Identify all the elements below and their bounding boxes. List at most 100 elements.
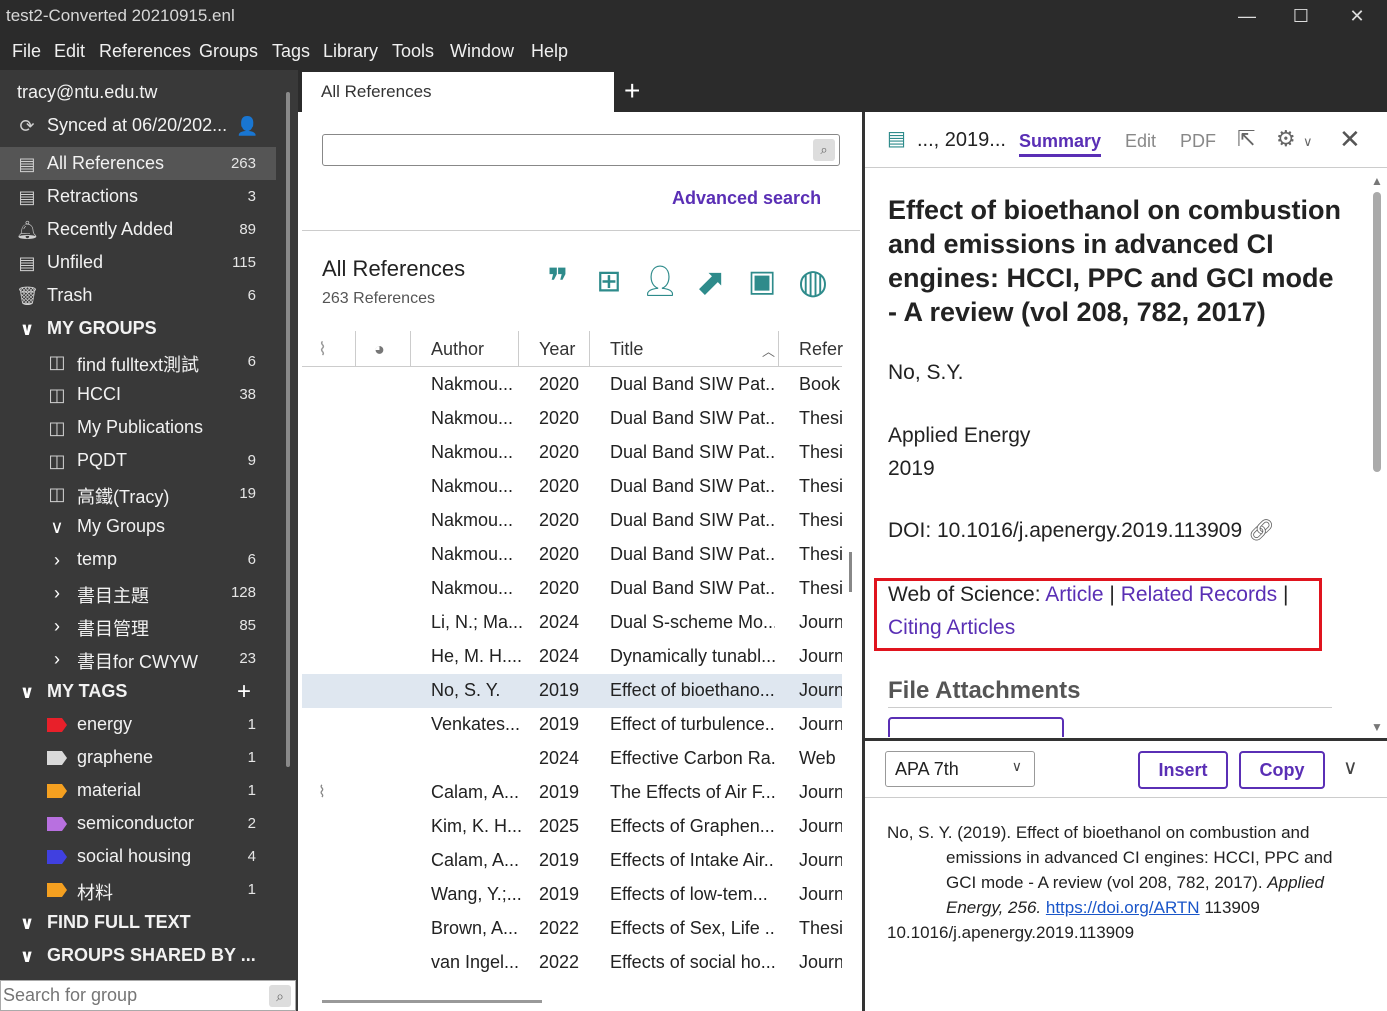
insert-button[interactable]: Insert (1138, 751, 1228, 789)
list-scrollbar[interactable] (849, 552, 852, 592)
sidebar-item-trash[interactable]: 🗑︎ Trash 6 (0, 279, 276, 312)
sidebar-tag-material[interactable]: material 1 (0, 774, 276, 807)
table-row[interactable]: Nakmou... 2020 Dual Band SIW Pat... Thesi (302, 470, 842, 504)
sidebar-groupset-temp[interactable]: › temp 6 (0, 543, 276, 576)
new-tab-icon[interactable]: + (624, 76, 640, 106)
my-tags-header[interactable]: ∨ MY TAGS + (0, 675, 276, 708)
close-icon[interactable]: ✕ (1339, 124, 1361, 155)
wos-related-records-link[interactable]: Related Records (1121, 583, 1277, 606)
new-reference-icon[interactable]: ⊞ (587, 260, 631, 304)
detail-scrollbar[interactable] (1373, 192, 1381, 472)
column-title[interactable]: Title ︿ (590, 331, 779, 367)
advanced-search-link[interactable]: Advanced search (672, 188, 821, 209)
sidebar-tag-social-housing[interactable]: social housing 4 (0, 840, 276, 873)
menu-file[interactable]: File (12, 41, 41, 62)
column-author[interactable]: Author (411, 331, 519, 367)
pdf-download-icon[interactable]: ▣ (740, 260, 784, 304)
tab-all-references[interactable]: All References (302, 72, 614, 112)
sidebar-group-hcci[interactable]: ◫ HCCI 38 (0, 378, 276, 411)
online-search-icon[interactable]: ◍ (791, 260, 835, 304)
sidebar-tag-energy[interactable]: energy 1 (0, 708, 276, 741)
sidebar-item-all-references[interactable]: ▤ All References 263 (0, 147, 276, 180)
find-full-text-header[interactable]: ∨ FIND FULL TEXT (0, 906, 276, 939)
table-row[interactable]: ⌇ Calam, A... 2019 The Effects of Air F... J… (302, 776, 842, 810)
table-row[interactable]: Kim, K. H... 2025 Effects of Graphen... Jou… (302, 810, 842, 844)
table-row[interactable]: Nakmou... 2020 Dual Band SIW Pat... Book (302, 368, 842, 402)
sidebar-item-recently-added[interactable]: 🔔︎ Recently Added 89 (0, 213, 276, 246)
table-row[interactable]: No, S. Y. 2019 Effect of bioethano... Journ (302, 674, 842, 708)
table-row[interactable]: Nakmou... 2020 Dual Band SIW Pat... Thesi (302, 538, 842, 572)
menu-help[interactable]: Help (531, 41, 568, 62)
sidebar-tag-semiconductor[interactable]: semiconductor 2 (0, 807, 276, 840)
menu-tags[interactable]: Tags (272, 41, 310, 62)
sidebar-groupset-my-groups[interactable]: ∨ My Groups (0, 510, 276, 543)
table-row[interactable]: Venkates... 2019 Effect of turbulence... Jo… (302, 708, 842, 742)
column-year[interactable]: Year (519, 331, 590, 367)
export-icon[interactable]: ⬈ (689, 260, 733, 304)
account-row[interactable]: tracy@ntu.edu.tw (0, 76, 276, 109)
add-author-icon[interactable]: 👤︎ (638, 260, 682, 304)
maximize-icon[interactable]: ☐ (1276, 2, 1326, 30)
my-groups-header[interactable]: ∨ MY GROUPS (0, 312, 276, 345)
sidebar-groupset-management[interactable]: › 書目管理 85 (0, 609, 276, 642)
gear-icon[interactable]: ⚙ (1276, 126, 1296, 152)
sidebar-group-find-fulltext[interactable]: ◫ find fulltext測試 6 (0, 345, 276, 378)
table-row[interactable]: Nakmou... 2020 Dual Band SIW Pat... Thesi (302, 504, 842, 538)
chevron-down-icon[interactable]: ∨ (1303, 134, 1313, 150)
table-row[interactable]: Li, N.; Ma... 2024 Dual S-scheme Mo... Jour… (302, 606, 842, 640)
add-tag-icon[interactable]: + (233, 680, 255, 704)
scroll-down-icon[interactable]: ▼ (1371, 720, 1383, 734)
sidebar-item-unfiled[interactable]: ▤ Unfiled 115 (0, 246, 276, 279)
open-external-icon[interactable]: ⇱ (1237, 126, 1255, 152)
table-row[interactable]: Nakmou... 2020 Dual Band SIW Pat... Thesi (302, 572, 842, 606)
column-reference-type[interactable]: Refer (779, 331, 843, 367)
menu-window[interactable]: Window (450, 41, 514, 62)
column-read-status[interactable]: ◕ (356, 331, 411, 367)
scroll-up-icon[interactable]: ▲ (1371, 174, 1383, 188)
tab-edit[interactable]: Edit (1125, 131, 1156, 152)
attach-file-button[interactable] (888, 717, 1064, 737)
menu-edit[interactable]: Edit (54, 41, 85, 62)
list-horizontal-scrollbar[interactable] (322, 1000, 542, 1003)
sidebar-group-pqdt[interactable]: ◫ PQDT 9 (0, 444, 276, 477)
sidebar-groupset-topics[interactable]: › 書目主題 128 (0, 576, 276, 609)
table-row[interactable]: Calam, A... 2019 Effects of Intake Air... J… (302, 844, 842, 878)
group-search-input[interactable] (1, 981, 261, 1010)
sidebar-tag-materials-zh[interactable]: 材料 1 (0, 873, 276, 906)
column-attachment[interactable]: ⌇ (302, 331, 356, 367)
table-row[interactable]: Wang, Y.;... 2019 Effects of low-tem... Jou… (302, 878, 842, 912)
link-icon[interactable]: 🔗︎ (1248, 519, 1275, 542)
wos-citing-articles-link[interactable]: Citing Articles (888, 616, 1015, 640)
chevron-down-icon[interactable]: ∨ (1343, 755, 1358, 780)
sidebar-group-tracy[interactable]: ◫ 高鐵(Tracy) 19 (0, 477, 276, 510)
citation-url-link[interactable]: https://doi.org/ARTN (1046, 898, 1200, 917)
minimize-icon[interactable]: — (1222, 2, 1272, 30)
sidebar-item-retractions[interactable]: ▤ Retractions 3 (0, 180, 276, 213)
table-row[interactable]: van Ingel... 2022 Effects of social ho... J… (302, 946, 842, 980)
sidebar-scrollbar[interactable] (286, 92, 290, 767)
copy-button[interactable]: Copy (1239, 751, 1325, 789)
table-row[interactable]: 2024 Effective Carbon Ra... Web (302, 742, 842, 776)
close-window-icon[interactable]: ✕ (1332, 2, 1382, 30)
sync-row[interactable]: ⟳ Synced at 06/20/202... 👤 (0, 109, 276, 142)
search-icon[interactable]: ⌕ (813, 139, 835, 161)
wos-article-link[interactable]: Article (1045, 583, 1103, 606)
tab-pdf[interactable]: PDF (1180, 131, 1216, 152)
menu-library[interactable]: Library (323, 41, 378, 62)
menu-tools[interactable]: Tools (392, 41, 434, 62)
insert-citation-icon[interactable]: ❞ (536, 260, 580, 304)
table-row[interactable]: Nakmou... 2020 Dual Band SIW Pat... Thesi (302, 436, 842, 470)
citation-style-select[interactable]: APA 7th ∨ (885, 751, 1035, 787)
table-row[interactable]: Brown, A... 2022 Effects of Sex, Life ... T… (302, 912, 842, 946)
menu-groups[interactable]: Groups (199, 41, 258, 62)
menu-references[interactable]: References (99, 41, 191, 62)
sidebar-group-my-publications[interactable]: ◫ My Publications (0, 411, 276, 444)
reference-search-input[interactable] (327, 137, 807, 163)
sidebar-groupset-cwyw[interactable]: › 書目for CWYW 23 (0, 642, 276, 675)
tab-summary[interactable]: Summary (1019, 131, 1102, 157)
groups-shared-header[interactable]: ∨ GROUPS SHARED BY ... (0, 939, 276, 972)
sidebar-tag-graphene[interactable]: graphene 1 (0, 741, 276, 774)
account-share-icon[interactable]: 👤 (236, 115, 258, 137)
search-icon[interactable]: ⌕ (269, 985, 291, 1007)
table-row[interactable]: He, M. H.... 2024 Dynamically tunabl... Jou… (302, 640, 842, 674)
